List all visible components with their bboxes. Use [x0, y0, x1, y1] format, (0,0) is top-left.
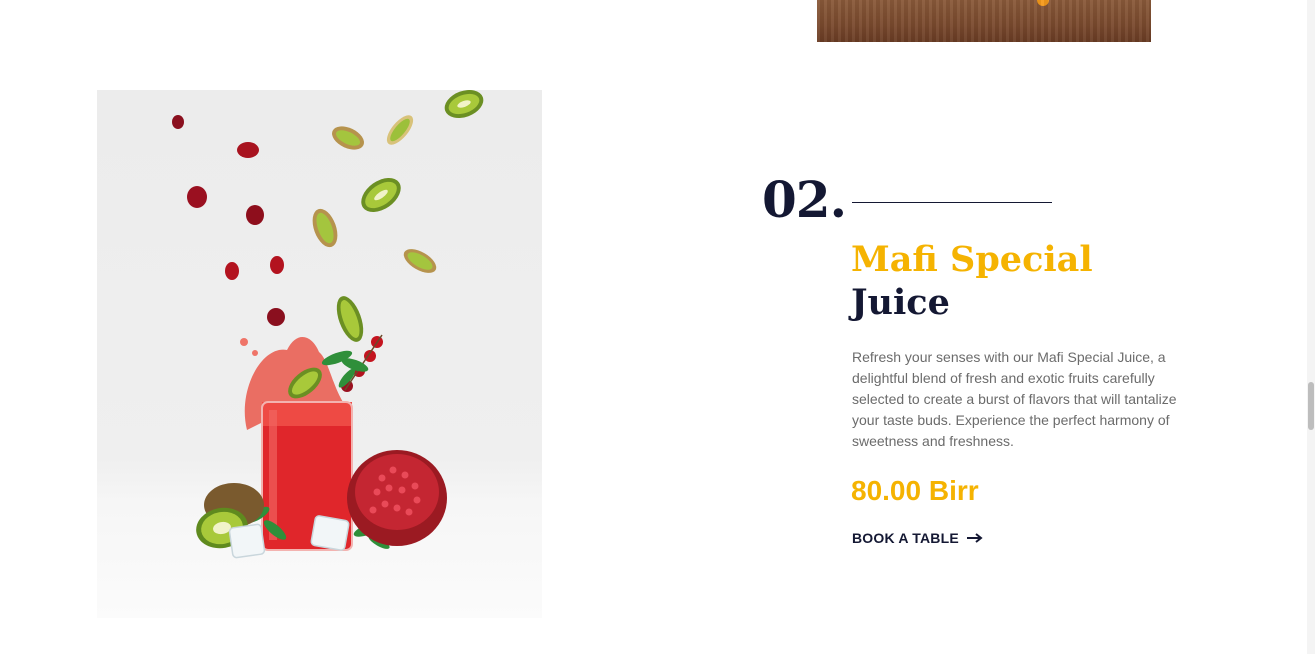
item-title: Juice — [851, 282, 950, 323]
item-price: 80.00 Birr — [851, 475, 979, 506]
book-a-table-link[interactable]: BOOK A TABLE — [852, 530, 983, 546]
item-number: 02. — [762, 170, 847, 229]
item-description: Refresh your senses with our Mafi Specia… — [852, 349, 1177, 449]
number-divider-line — [852, 202, 1052, 203]
pomegranate — [347, 450, 447, 546]
previous-item-image — [817, 0, 1151, 42]
juice-photo — [97, 90, 542, 618]
page-scrollbar[interactable] — [1307, 0, 1315, 654]
scrollbar-thumb[interactable] — [1308, 382, 1314, 430]
arrow-right-icon — [966, 533, 983, 543]
kiwi-slices — [312, 90, 484, 342]
book-a-table-label: BOOK A TABLE — [852, 530, 959, 546]
cranberries — [172, 115, 285, 326]
item-title-accent: Mafi Special — [851, 239, 1093, 280]
juice-illustration — [172, 90, 484, 559]
orange-fruit-fragment — [1037, 0, 1049, 6]
